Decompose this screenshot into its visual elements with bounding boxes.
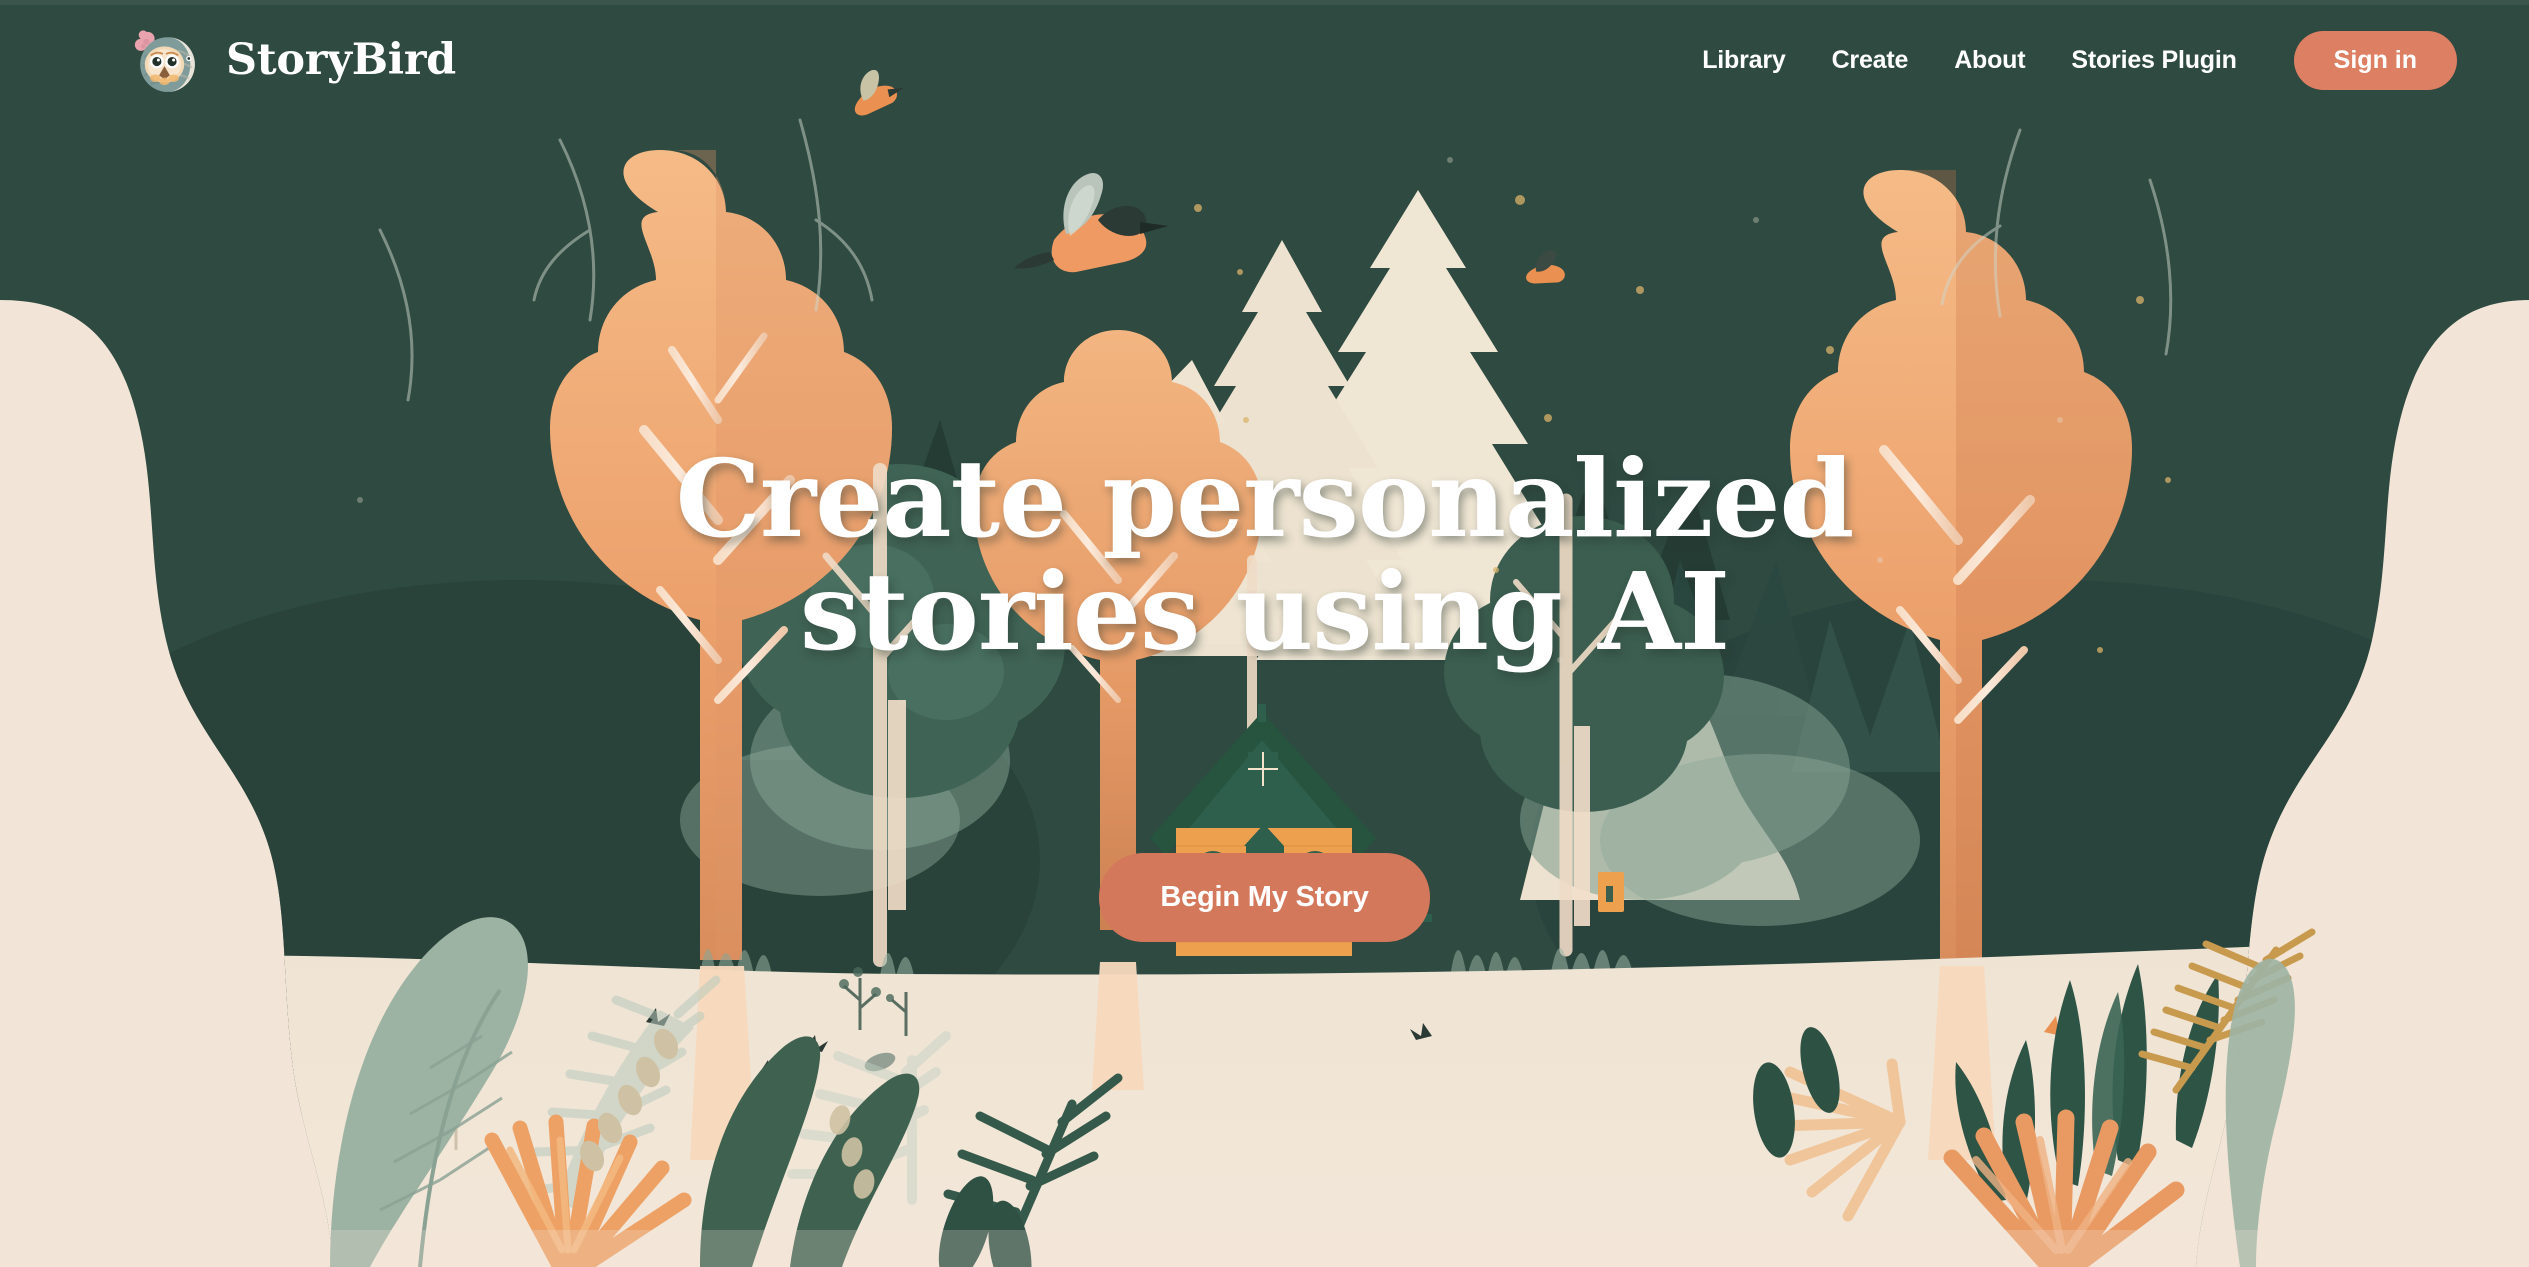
cta-container: Begin My Story (1099, 852, 1430, 942)
nav-link-about[interactable]: About (1931, 47, 2048, 73)
lantern-window (1598, 872, 1624, 912)
forest-cabin-illustration (0, 0, 2529, 1267)
nav-link-library[interactable]: Library (1679, 47, 1808, 73)
brand-logo-link[interactable]: StoryBird (128, 22, 456, 98)
site-header: StoryBird Library Create About Stories P… (0, 0, 2529, 120)
sign-in-button[interactable]: Sign in (2293, 30, 2457, 90)
nav-link-stories-plugin[interactable]: Stories Plugin (2048, 47, 2259, 73)
owl-logo-icon (134, 30, 195, 92)
begin-my-story-button[interactable]: Begin My Story (1099, 852, 1430, 942)
main-navigation: Library Create About Stories Plugin Sign… (1679, 30, 2457, 90)
nav-link-create[interactable]: Create (1809, 47, 1932, 73)
brand-name: StoryBird (226, 34, 456, 85)
hero-section (0, 0, 2529, 1267)
